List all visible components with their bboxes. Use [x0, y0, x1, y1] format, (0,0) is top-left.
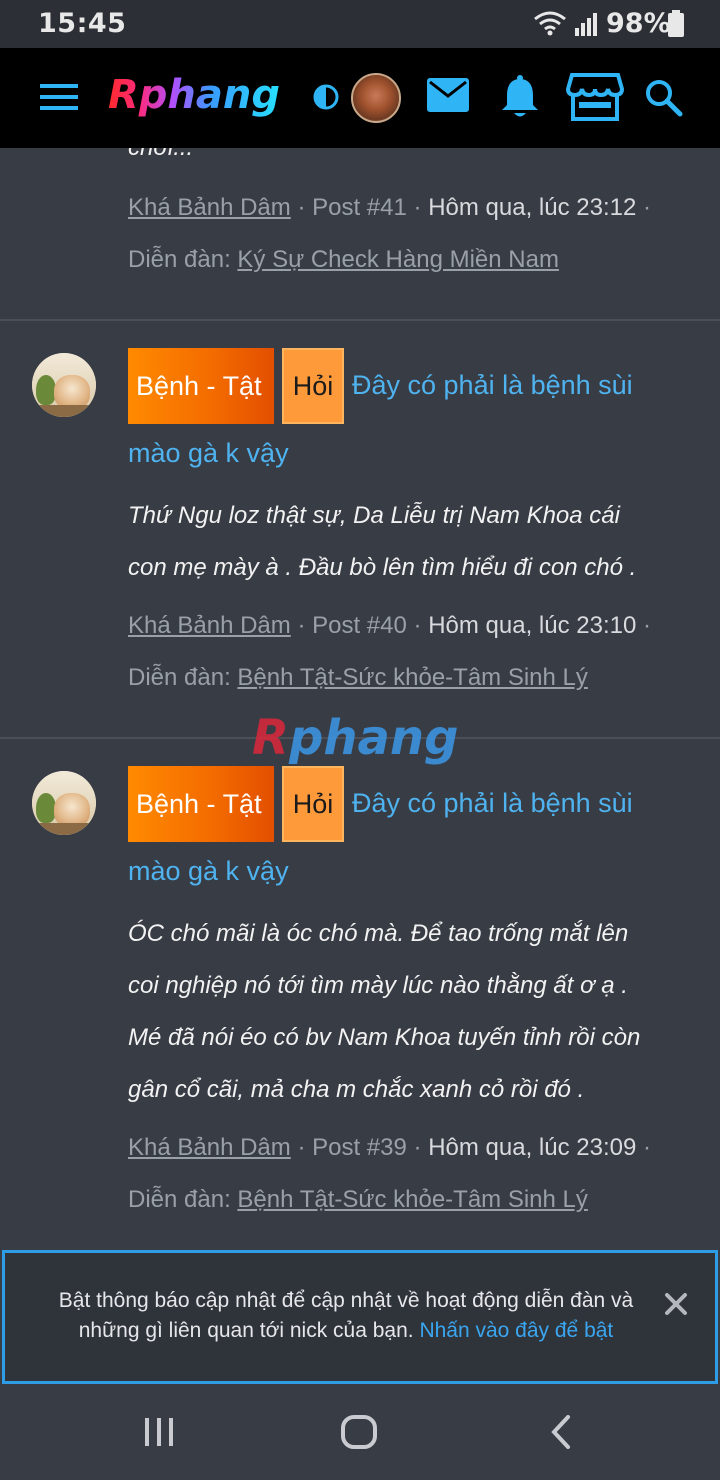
truncated-post-text: chơi... [128, 148, 688, 174]
recent-apps-icon[interactable] [143, 1416, 175, 1453]
avatar[interactable] [351, 73, 401, 123]
site-logo[interactable]: Rphang [108, 72, 280, 118]
battery-percentage: 98% [606, 8, 671, 39]
thread-title-cont[interactable]: mào gà k vậy [128, 438, 289, 469]
watermark-logo: Rphang [252, 710, 459, 766]
author-link[interactable]: Khá Bảnh Dâm [128, 1134, 291, 1161]
divider [0, 319, 720, 321]
wifi-icon [533, 10, 567, 40]
thread-title[interactable]: Đây có phải là bệnh sùi [352, 370, 633, 401]
store-icon[interactable] [565, 72, 625, 127]
battery-icon [667, 10, 685, 42]
notice-message: Bật thông báo cập nhật để cập nhật về ho… [58, 1289, 634, 1342]
home-icon[interactable] [340, 1414, 378, 1455]
activity-feed: chơi... Khá Bảnh Dâm · Post #41 · Hôm qu… [0, 148, 720, 1250]
status-bar: 15:45 98% [0, 0, 720, 48]
avatar[interactable] [32, 353, 96, 417]
post-meta: Khá Bảnh Dâm · Post #41 · Hôm qua, lúc 2… [128, 194, 651, 221]
system-nav-bar [0, 1384, 720, 1480]
status-time: 15:45 [38, 8, 127, 39]
mail-icon[interactable] [427, 78, 469, 117]
post-excerpt: ÓC chó mãi là óc chó mà. Để tao trống mắ… [128, 920, 641, 1103]
avatar[interactable] [32, 771, 96, 835]
post-meta: Khá Bảnh Dâm · Post #40 · Hôm qua, lúc 2… [128, 612, 651, 639]
menu-icon[interactable] [40, 82, 78, 117]
search-icon[interactable] [644, 78, 684, 123]
forum-link[interactable]: Bệnh Tật-Sức khỏe-Tâm Sinh Lý [237, 664, 587, 691]
forum-link[interactable]: Bệnh Tật-Sức khỏe-Tâm Sinh Lý [237, 1186, 587, 1213]
post-forum: Diễn đàn: Bệnh Tật-Sức khỏe-Tâm Sinh Lý [128, 664, 588, 691]
signal-icon [574, 12, 600, 40]
enable-notifications-link[interactable]: Nhấn vào đây để bật [419, 1319, 613, 1342]
post-date: Hôm qua, lúc 23:09 [428, 1134, 637, 1161]
post-date: Hôm qua, lúc 23:10 [428, 612, 637, 639]
post-number: Post #40 [312, 612, 407, 639]
thread-title-cont[interactable]: mào gà k vậy [128, 856, 289, 887]
back-icon[interactable] [548, 1414, 574, 1455]
author-link[interactable]: Khá Bảnh Dâm [128, 194, 291, 221]
author-link[interactable]: Khá Bảnh Dâm [128, 612, 291, 639]
post-meta: Khá Bảnh Dâm · Post #39 · Hôm qua, lúc 2… [128, 1134, 651, 1161]
post-number: Post #39 [312, 1134, 407, 1161]
close-icon[interactable] [663, 1291, 689, 1322]
app-header: Rphang [0, 48, 720, 148]
forum-link[interactable]: Ký Sự Check Hàng Miền Nam [237, 246, 559, 273]
post-number: Post #41 [312, 194, 407, 221]
tag-hoi[interactable]: Hỏi [282, 348, 344, 424]
bell-icon[interactable] [500, 74, 540, 125]
tag-hoi[interactable]: Hỏi [282, 766, 344, 842]
push-notification-banner: Bật thông báo cập nhật để cập nhật về ho… [2, 1250, 718, 1384]
tag-benh-tat[interactable]: Bệnh - Tật [128, 766, 274, 842]
tag-benh-tat[interactable]: Bệnh - Tật [128, 348, 274, 424]
post-forum: Diễn đàn: Bệnh Tật-Sức khỏe-Tâm Sinh Lý [128, 1186, 588, 1213]
post-forum: Diễn đàn: Ký Sự Check Hàng Miền Nam [128, 246, 559, 273]
theme-toggle-icon[interactable] [312, 83, 340, 116]
post-excerpt: Thứ Ngu loz thật sự, Da Liễu trị Nam Kho… [128, 502, 637, 581]
post-date: Hôm qua, lúc 23:12 [428, 194, 637, 221]
thread-title[interactable]: Đây có phải là bệnh sùi [352, 788, 633, 819]
